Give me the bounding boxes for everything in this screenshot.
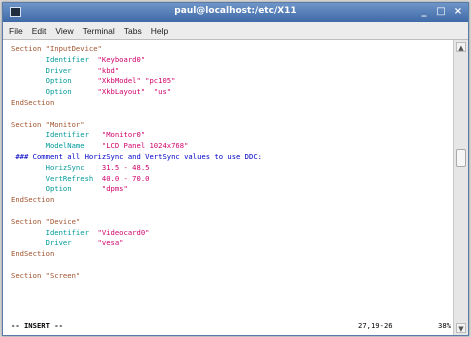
terminal-line: Identifier "Keyboard0" — [11, 55, 453, 66]
terminal-line: Option "XkbModel" "pc105" — [11, 76, 453, 87]
menu-terminal[interactable]: Terminal — [83, 26, 115, 36]
terminal-text-area[interactable]: Section "InputDevice" Identifier "Keyboa… — [3, 40, 453, 335]
terminal-line: EndSection — [11, 98, 453, 109]
terminal-text-segment: Section "Monitor" — [11, 119, 85, 129]
terminal-text-segment: "LCD Panel 1024x768" — [88, 141, 189, 151]
terminal-text-segment: Option — [11, 184, 89, 194]
terminal-text-segment: Option — [11, 76, 89, 86]
terminal-line: Option "XkbLayout" "us" — [11, 87, 453, 98]
window-title: paul@localhost:/etc/X11 — [174, 6, 297, 16]
terminal-text-segment: "kbd" — [88, 65, 120, 75]
terminal-line: ### Comment all HorizSync and VertSync v… — [11, 152, 453, 163]
terminal-line: EndSection — [11, 195, 453, 206]
terminal-text-segment: 40.0 - 70.0 — [93, 173, 150, 183]
vim-mode-indicator: -- INSERT -- — [11, 321, 63, 330]
terminal-line: ModelName "LCD Panel 1024x768" — [11, 141, 453, 152]
terminal-text-segment: Identifier — [11, 54, 89, 64]
terminal-text-segment: Section "Device" — [11, 216, 81, 226]
scroll-percent: 38% — [438, 321, 451, 330]
menu-bar: File Edit View Terminal Tabs Help — [3, 22, 468, 40]
close-icon[interactable]: × — [453, 6, 463, 18]
terminal-text-segment: HorizSync — [11, 162, 89, 172]
terminal-text-segment: Identifier — [11, 227, 89, 237]
scroll-up-icon[interactable]: ▲ — [456, 42, 466, 52]
scroll-down-icon[interactable]: ▼ — [456, 323, 466, 333]
terminal-text-segment: EndSection — [11, 249, 55, 259]
terminal-window: paul@localhost:/etc/X11 _ □ × File Edit … — [2, 2, 469, 336]
terminal-line: VertRefresh 40.0 - 70.0 — [11, 174, 453, 185]
terminal-text-segment: Section "Screen" — [11, 270, 81, 280]
terminal-text-segment: Driver — [11, 238, 89, 248]
terminal-line: Section "Monitor" — [11, 120, 453, 131]
vertical-scrollbar[interactable]: ▲ ▼ — [453, 40, 468, 335]
terminal-line: Driver "kbd" — [11, 66, 453, 77]
terminal-text-segment: "Monitor0" — [88, 130, 146, 140]
maximize-icon[interactable]: □ — [436, 6, 446, 18]
terminal-text-segment: "dpms" — [88, 184, 128, 194]
scrollbar-thumb[interactable] — [456, 148, 466, 167]
terminal-line: Option "dpms" — [11, 184, 453, 195]
terminal-text-segment: 31.5 - 48.5 — [88, 162, 150, 172]
terminal-text-segment: "Videocard0" — [88, 227, 150, 237]
cursor-position: 27,19-26 — [358, 321, 393, 330]
vim-status-line: -- INSERT -- 27,19-26 38% — [11, 320, 468, 331]
menu-view[interactable]: View — [55, 26, 73, 36]
terminal-text-segment: "XkbModel" "pc105" — [88, 76, 176, 86]
terminal-line: Section "InputDevice" — [11, 44, 453, 55]
minimize-icon[interactable]: _ — [419, 6, 429, 18]
terminal-text-segment: EndSection — [11, 97, 55, 107]
terminal-line: EndSection — [11, 249, 453, 260]
terminal-text-segment: Option — [11, 87, 89, 97]
terminal-text-segment: Section "InputDevice" — [11, 44, 102, 53]
terminal-line: Section "Screen" — [11, 271, 453, 282]
terminal-text-segment: VertRefresh — [11, 173, 94, 183]
terminal-line: Identifier "Videocard0" — [11, 228, 453, 239]
menu-edit[interactable]: Edit — [32, 26, 47, 36]
terminal-line: Section "Device" — [11, 217, 453, 228]
terminal-line: Identifier "Monitor0" — [11, 130, 453, 141]
menu-tabs[interactable]: Tabs — [124, 26, 142, 36]
menu-file[interactable]: File — [9, 26, 23, 36]
terminal-text-segment: Driver — [11, 65, 89, 75]
terminal-text-segment: "Keyboard0" — [88, 54, 146, 64]
terminal-text-segment: ### Comment all HorizSync and VertSync v… — [11, 151, 262, 161]
terminal-text-segment: EndSection — [11, 195, 55, 205]
title-bar[interactable]: paul@localhost:/etc/X11 _ □ × — [3, 3, 468, 22]
terminal-text-segment: Identifier — [11, 130, 89, 140]
terminal-text-segment: "vesa" — [88, 238, 124, 248]
terminal-line: HorizSync 31.5 - 48.5 — [11, 163, 453, 174]
terminal-text-segment: "XkbLayout" "us" — [88, 87, 172, 97]
terminal-line: Driver "vesa" — [11, 238, 453, 249]
menu-help[interactable]: Help — [151, 26, 168, 36]
terminal-text-segment: ModelName — [11, 141, 89, 151]
